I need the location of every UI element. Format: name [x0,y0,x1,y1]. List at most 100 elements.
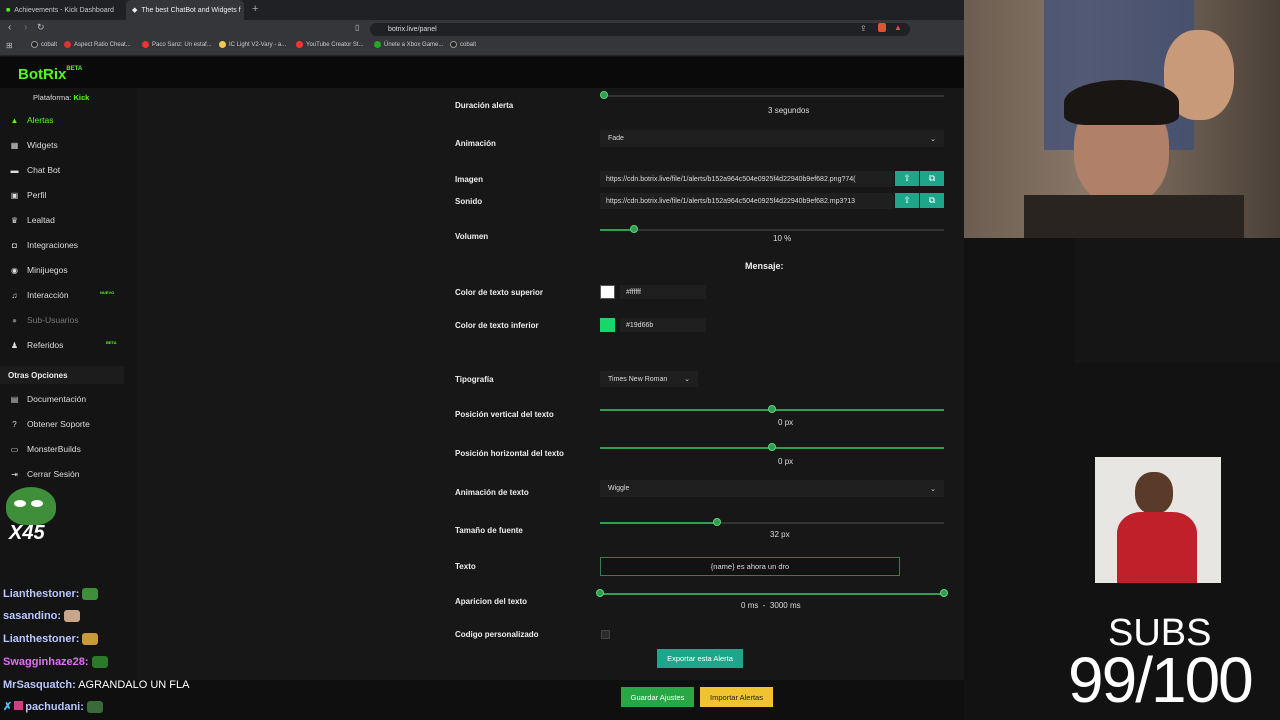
volumen-slider-fill [600,229,635,231]
brave-icon[interactable] [878,23,886,32]
duracion-slider-handle[interactable] [600,91,608,99]
logout-icon: ⇥ [11,469,18,479]
guardar-ajustes-button[interactable]: Guardar Ajustes [621,687,694,707]
sidebar-item-widgets[interactable]: ▦ Widgets [10,137,58,153]
chevron-down-icon: ⌄ [930,135,936,143]
emote-icon [86,701,103,714]
mensaje-title: Mensaje: [745,261,784,271]
tipografia-label: Tipografía [455,375,494,384]
upload-icon: ⇧ [903,195,911,205]
duracion-slider[interactable] [600,95,944,97]
tamano-label: Tamaño de fuente [455,526,523,535]
integrations-icon: ◘ [12,240,17,250]
chat-message: Lianthestoner: [3,588,99,601]
tab-kick-dashboard[interactable]: ■ Achievements - Kick Dashboard [0,0,124,20]
pos-vertical-slider-handle[interactable] [768,405,776,413]
webcam-feed [964,0,1280,238]
exportar-alerta-button[interactable]: Exportar esta Alerta [657,649,743,668]
texto-input[interactable]: {name} es ahora un dro [600,557,900,576]
upload-sound-button[interactable]: ⇧ [895,193,919,208]
botrix-logo[interactable]: BotRixBETA [18,66,82,83]
bookmark-youtube-creator[interactable]: YouTube Creator St... [296,41,364,48]
volumen-value: 10 % [773,234,792,243]
sidebar-item-monsterbuilds[interactable]: ▭ MonsterBuilds [10,441,81,457]
new-badge: NUEVO [100,290,115,295]
gallery-icon: ⧉ [928,195,936,205]
gallery-icon: ⧉ [928,173,936,183]
pos-horizontal-slider-handle[interactable] [768,443,776,451]
volumen-slider[interactable] [600,229,944,231]
beta-badge: BETA [106,340,117,345]
streamer-shirt [1024,195,1244,238]
emote-x45-badge: X45 [9,522,45,544]
emote-eye-right [31,500,43,507]
profile-icon: ▣ [10,190,19,200]
emote-icon [64,610,81,623]
emote-icon [82,633,99,646]
aparicion-min-handle[interactable] [596,589,604,597]
sidebar-item-minijuegos[interactable]: ◉ Minijuegos [10,262,68,278]
importar-alertas-button[interactable]: Importar Alertas [700,687,773,707]
sub-badge-icon [14,701,24,710]
chevron-down-icon: ⌄ [930,485,936,493]
duracion-value: 3 segundos [768,106,810,115]
bookmark-cobalt[interactable]: cobalt [31,41,57,48]
apps-icon[interactable]: ⊞ [6,41,13,50]
bookmark-aspect-ratio[interactable]: Aspect Ratio Cheat... [64,41,131,48]
animacion-texto-select[interactable]: Wiggle ⌄ [600,480,944,497]
chevron-down-icon: ⌄ [684,376,690,383]
color-inferior-input[interactable]: #19d66b [620,318,706,332]
animacion-select[interactable]: Fade ⌄ [600,130,944,147]
color-superior-label: Color de texto superior [455,288,544,297]
sidebar-item-soporte[interactable]: ? Obtener Soporte [10,416,90,432]
tipografia-select[interactable]: Times New Roman ⌄ [600,371,698,387]
tab-botrix[interactable]: ◆The best ChatBot and Widgets f✕ [126,0,244,20]
other-options-title: Otras Opciones [8,371,68,380]
sidebar-item-interaccion[interactable]: ♫ Interacción [10,287,69,303]
aparicion-range-slider[interactable] [600,593,944,595]
color-superior-swatch[interactable] [600,285,615,299]
chat-message: sasandino: [3,610,81,623]
share-icon[interactable]: ⇪ [860,24,867,33]
gallery-sound-button[interactable]: ⧉ [920,193,944,208]
reload-icon[interactable]: ↻ [37,22,45,33]
emote-eye-left [14,500,26,507]
codigo-label: Codigo personalizado [455,630,539,639]
sidebar-item-sub-usuarios[interactable]: ● Sub-Usuarios [10,312,78,328]
tamano-slider-handle[interactable] [712,518,721,526]
sidebar-item-referidos[interactable]: ♟ Referidos [10,337,63,353]
bookmark-paco-sanz[interactable]: Paco Sanz: Un estaf... [142,41,212,48]
codigo-checkbox[interactable] [601,630,610,639]
grid-icon: ▦ [10,140,19,150]
duracion-label: Duración alerta [455,101,514,110]
music-icon: ♫ [11,290,18,300]
bookmark-cobalt-2[interactable]: cobalt [450,41,476,48]
back-icon[interactable]: ‹ [8,22,11,33]
upload-image-button[interactable]: ⇧ [895,171,919,186]
sonido-url-input[interactable]: https://cdn.botrix.live/file/1/alerts/b1… [600,193,894,209]
sidebar-item-integraciones[interactable]: ◘ Integraciones [10,237,78,253]
bookmark-ic-light[interactable]: IC Light V2-Vary - a... [219,41,286,48]
color-inferior-label: Color de texto inferior [455,321,539,330]
bookmark-xbox[interactable]: Únete a Xbox Game... [374,41,443,48]
aparicion-max-handle[interactable] [940,589,948,597]
url-field[interactable]: botrix.live/panel [370,23,910,36]
color-superior-input[interactable]: #ffffff [620,285,706,299]
aparicion-value: 0 ms - 3000 ms [741,601,801,610]
doc-icon: ▤ [10,394,19,404]
sidebar-item-chat-bot[interactable]: ▬ Chat Bot [10,162,61,178]
sidebar-item-perfil[interactable]: ▣ Perfil [10,187,47,203]
sidebar-item-cerrar-sesion[interactable]: ⇥ Cerrar Sesión [10,466,79,482]
forward-icon[interactable]: › [24,22,27,33]
sidebar-item-lealtad[interactable]: ♛ Lealtad [10,212,55,228]
trophy-icon: ♛ [10,215,19,225]
color-inferior-swatch[interactable] [600,318,615,332]
bookmark-icon[interactable]: ▯ [355,23,359,32]
sidebar-item-documentacion[interactable]: ▤ Documentación [10,391,86,407]
warning-icon[interactable]: ▲ [894,23,902,32]
new-tab-icon[interactable]: + [252,3,258,15]
imagen-url-input[interactable]: https://cdn.botrix.live/file/1/alerts/b1… [600,171,894,187]
chat-message: Swagginhaze28: [3,656,108,669]
gallery-image-button[interactable]: ⧉ [920,171,944,186]
sidebar-item-alertas[interactable]: ▲ Alertas [10,112,54,128]
